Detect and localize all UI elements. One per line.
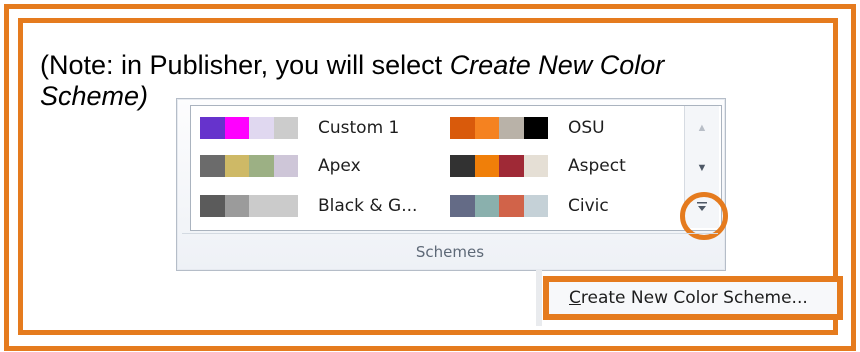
swatch xyxy=(474,155,499,177)
scheme-swatches xyxy=(450,117,548,139)
swatch xyxy=(273,155,298,177)
scheme-swatches xyxy=(450,195,548,217)
swatch xyxy=(499,155,524,177)
swatch xyxy=(499,117,524,139)
menu-shadow xyxy=(536,270,542,326)
scheme-label: Apex xyxy=(318,156,361,176)
schemes-group-label: Schemes xyxy=(415,243,485,261)
swatch xyxy=(249,117,274,139)
swatch xyxy=(224,195,249,217)
swatch xyxy=(523,195,548,217)
scheme-label: Black & G... xyxy=(318,196,418,216)
swatch xyxy=(450,155,475,177)
swatch xyxy=(273,195,298,217)
swatch xyxy=(249,195,274,217)
note-emphasis-line2: Scheme) xyxy=(40,81,149,111)
chevron-up-icon: ▲ xyxy=(696,122,708,134)
swatch xyxy=(273,117,298,139)
note-emphasis-line1: Create New Color xyxy=(449,50,665,80)
swatch xyxy=(523,155,548,177)
note-prefix: (Note: in Publisher, you will select xyxy=(40,50,450,80)
scheme-custom-1[interactable]: Custom 1 xyxy=(200,112,399,144)
scheme-apex[interactable]: Apex xyxy=(200,150,361,182)
swatch xyxy=(224,155,249,177)
scheme-swatches xyxy=(200,117,298,139)
swatch xyxy=(224,117,249,139)
scroll-up-button[interactable]: ▲ xyxy=(685,108,719,148)
scheme-swatches xyxy=(200,155,298,177)
scheme-aspect[interactable]: Aspect xyxy=(450,150,626,182)
scheme-label: OSU xyxy=(568,118,605,138)
swatch xyxy=(200,155,225,177)
access-key: C xyxy=(569,288,581,308)
swatch xyxy=(474,117,499,139)
swatch xyxy=(523,117,548,139)
swatch xyxy=(450,195,475,217)
swatch xyxy=(450,117,475,139)
menu-label-rest: reate New Color Scheme... xyxy=(580,288,808,308)
chevron-down-icon: ▼ xyxy=(696,162,708,174)
scheme-swatches xyxy=(450,155,548,177)
swatch xyxy=(499,195,524,217)
swatch xyxy=(249,155,274,177)
swatch xyxy=(474,195,499,217)
scheme-civic[interactable]: Civic xyxy=(450,190,609,222)
swatch xyxy=(200,117,225,139)
create-new-color-scheme-menu-item[interactable]: Create New Color Scheme... xyxy=(543,276,843,320)
group-divider xyxy=(182,233,718,234)
scheme-label: Aspect xyxy=(568,156,626,176)
scroll-down-button[interactable]: ▼ xyxy=(685,148,719,188)
scheme-swatches xyxy=(200,195,298,217)
scheme-label: Civic xyxy=(568,196,609,216)
swatch xyxy=(200,195,225,217)
scheme-black-and-g[interactable]: Black & G... xyxy=(200,190,417,222)
scheme-label: Custom 1 xyxy=(318,118,400,138)
create-new-color-scheme-label: Create New Color Scheme... xyxy=(569,282,808,314)
scheme-osu[interactable]: OSU xyxy=(450,112,605,144)
